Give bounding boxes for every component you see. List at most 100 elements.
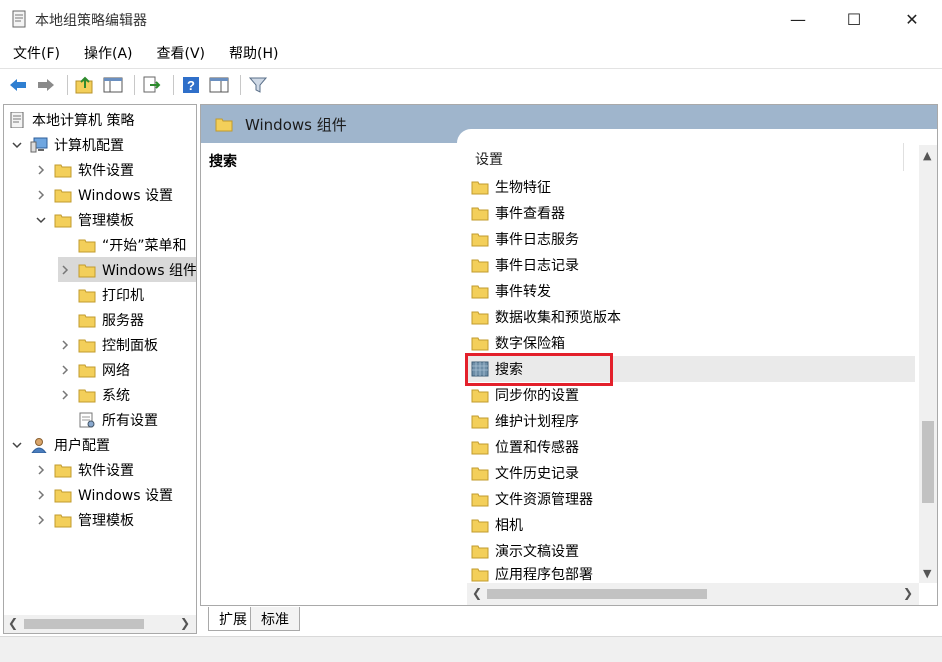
list-vertical-scrollbar[interactable]: ▲ ▼ <box>919 145 937 583</box>
tree-item-start-menu[interactable]: “开始”菜单和 <box>78 232 187 257</box>
export-list-button[interactable] <box>140 73 164 97</box>
scrollbar-thumb[interactable] <box>24 619 144 629</box>
tree-item-system[interactable]: 系统 <box>58 382 130 407</box>
scroll-up-icon[interactable]: ▲ <box>923 149 931 162</box>
tree-item-cc-software-settings[interactable]: 软件设置 <box>34 157 134 182</box>
list-item-label: 演示文稿设置 <box>495 544 579 560</box>
chevron-right-icon[interactable] <box>58 338 72 352</box>
list-item[interactable]: 生物特征 <box>467 174 915 200</box>
chevron-down-icon[interactable] <box>34 213 48 227</box>
help-button[interactable]: ? <box>179 73 203 97</box>
column-header-settings[interactable]: 设置 <box>475 149 503 169</box>
list-item-label: 生物特征 <box>495 180 551 196</box>
tree-label: 软件设置 <box>78 162 134 179</box>
folder-icon <box>78 239 96 252</box>
chevron-right-icon[interactable] <box>34 188 48 202</box>
chevron-down-icon[interactable] <box>10 438 24 452</box>
folder-icon <box>471 467 489 481</box>
tree-item-uc-software-settings[interactable]: 软件设置 <box>34 457 134 482</box>
list-item[interactable]: 应用程序包部署 <box>467 564 915 584</box>
properties-pane-button[interactable] <box>207 73 231 97</box>
back-button[interactable] <box>6 73 30 97</box>
scroll-right-icon[interactable]: ❯ <box>180 616 190 630</box>
tree-item-user-config[interactable]: 用户配置 <box>10 432 110 457</box>
tree-item-all-settings[interactable]: 所有设置 <box>78 407 158 432</box>
toolbar-separator <box>134 74 135 95</box>
view-tabs: 扩展 标准 <box>200 607 938 633</box>
folder-icon <box>471 568 489 582</box>
list-item-label: 位置和传感器 <box>495 440 579 456</box>
window-title: 本地组策略编辑器 <box>35 13 147 29</box>
chevron-right-icon[interactable] <box>34 163 48 177</box>
list-item[interactable]: 数据收集和预览版本 <box>467 304 915 330</box>
list-item-label: 应用程序包部署 <box>495 567 593 583</box>
list-item[interactable]: 演示文稿设置 <box>467 538 915 564</box>
list-item-label: 事件日志记录 <box>495 258 579 274</box>
filter-button[interactable] <box>246 73 270 97</box>
scroll-left-icon[interactable]: ❮ <box>8 616 18 630</box>
tree-label: 用户配置 <box>54 437 110 454</box>
minimize-button[interactable]: — <box>774 0 822 38</box>
list-item[interactable]: 事件日志服务 <box>467 226 915 252</box>
tree-item-control-panel[interactable]: 控制面板 <box>58 332 158 357</box>
list-item-label: 数字保险箱 <box>495 336 565 352</box>
list-item-label: 文件历史记录 <box>495 466 579 482</box>
tree-item-network[interactable]: 网络 <box>58 357 130 382</box>
list-item[interactable]: 位置和传感器 <box>467 434 915 460</box>
chevron-right-icon[interactable] <box>34 488 48 502</box>
chevron-right-icon[interactable] <box>34 463 48 477</box>
menu-view[interactable]: 查看(V) <box>150 43 213 63</box>
up-folder-icon <box>75 76 93 93</box>
up-one-level-button[interactable] <box>73 73 97 97</box>
menu-file[interactable]: 文件(F) <box>6 43 67 63</box>
tree-item-cc-admin-templates[interactable]: 管理模板 <box>34 207 134 232</box>
list-item[interactable]: 维护计划程序 <box>467 408 915 434</box>
list-item[interactable]: 事件日志记录 <box>467 252 915 278</box>
menu-action[interactable]: 操作(A) <box>77 43 140 63</box>
close-button[interactable]: ✕ <box>888 0 936 38</box>
tree-item-local-policy[interactable]: 本地计算机 策略 <box>8 107 134 132</box>
tree-label: 网络 <box>102 362 130 379</box>
scrollbar-thumb[interactable] <box>922 421 934 503</box>
tree-item-uc-windows-settings[interactable]: Windows 设置 <box>34 482 173 507</box>
tree-item-uc-admin-templates[interactable]: 管理模板 <box>34 507 134 532</box>
chevron-down-icon[interactable] <box>10 138 24 152</box>
back-arrow-icon <box>10 78 26 91</box>
forward-button[interactable] <box>34 73 58 97</box>
scroll-down-icon[interactable]: ▼ <box>923 567 931 580</box>
folder-icon <box>78 339 96 352</box>
chevron-right-icon[interactable] <box>58 363 72 377</box>
scroll-left-icon[interactable]: ❮ <box>472 586 482 600</box>
chevron-right-icon[interactable] <box>58 263 72 277</box>
tree-horizontal-scrollbar[interactable]: ❮ ❯ <box>4 615 196 633</box>
list-item[interactable]: 事件查看器 <box>467 200 915 226</box>
chevron-right-icon[interactable] <box>34 513 48 527</box>
list-item[interactable]: 相机 <box>467 512 915 538</box>
scrollbar-thumb[interactable] <box>487 589 707 599</box>
folder-icon <box>54 489 72 502</box>
menu-help[interactable]: 帮助(H) <box>222 43 285 63</box>
folder-icon <box>78 289 96 302</box>
user-icon <box>31 437 47 453</box>
scroll-right-icon[interactable]: ❯ <box>903 586 913 600</box>
column-separator[interactable] <box>903 143 904 171</box>
list-item[interactable]: 文件资源管理器 <box>467 486 915 512</box>
tree-item-cc-windows-settings[interactable]: Windows 设置 <box>34 182 173 207</box>
tab-standard[interactable]: 标准 <box>250 607 300 631</box>
tree-item-computer-config[interactable]: 计算机配置 <box>10 132 124 157</box>
list-item-label: 文件资源管理器 <box>495 492 593 508</box>
tree-item-printers[interactable]: 打印机 <box>78 282 144 307</box>
title-bar: 本地组策略编辑器 — ☐ ✕ <box>0 0 942 38</box>
tree-item-server[interactable]: 服务器 <box>78 307 144 332</box>
folder-icon <box>78 314 96 327</box>
folder-icon <box>471 285 489 299</box>
list-horizontal-scrollbar[interactable]: ❮ ❯ <box>467 583 919 605</box>
folder-icon <box>471 519 489 533</box>
chevron-right-icon[interactable] <box>58 388 72 402</box>
maximize-button[interactable]: ☐ <box>830 0 878 38</box>
list-item[interactable]: 文件历史记录 <box>467 460 915 486</box>
list-item[interactable]: 事件转发 <box>467 278 915 304</box>
tree-item-windows-components[interactable]: Windows 组件 <box>58 257 196 282</box>
show-hide-console-tree-button[interactable] <box>101 73 125 97</box>
tree-label: 本地计算机 策略 <box>32 112 135 129</box>
